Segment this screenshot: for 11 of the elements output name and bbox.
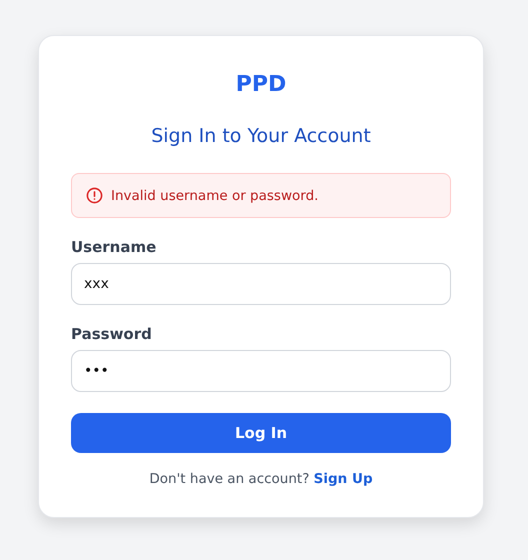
signup-prompt: Don't have an account?	[149, 471, 310, 487]
signup-link[interactable]: Sign Up	[314, 471, 373, 487]
alert-icon	[86, 187, 103, 204]
field-label: Password	[71, 325, 152, 343]
page-heading: Sign In to Your Account	[151, 124, 371, 149]
login-button[interactable]: Log In	[71, 413, 451, 453]
alert-message: Invalid username or password.	[111, 188, 318, 204]
field-label: Username	[71, 238, 156, 256]
input-field[interactable]: xxx	[71, 263, 451, 305]
input-field[interactable]: •••	[71, 350, 451, 392]
brand-title: PPD	[236, 71, 286, 99]
